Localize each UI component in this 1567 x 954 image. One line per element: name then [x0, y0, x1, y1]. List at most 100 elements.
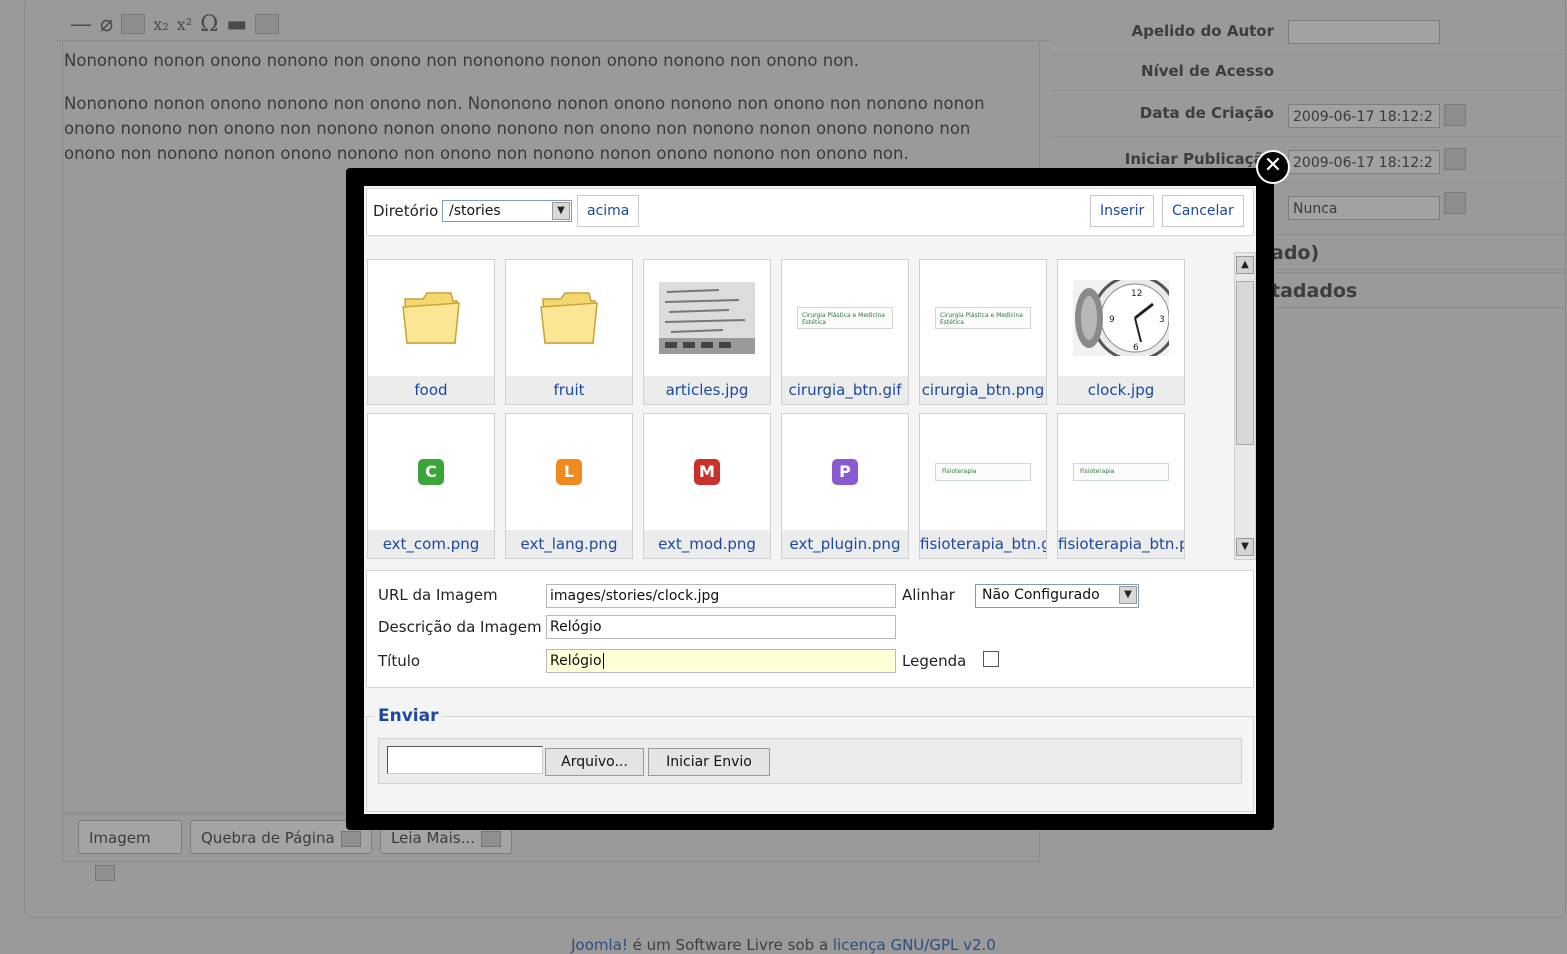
param-label: Apelido do Autor	[1131, 22, 1275, 40]
file-name: ext_mod.png	[644, 530, 770, 558]
param-row: Data de Criação 2009-06-17 18:12:2	[1050, 90, 1564, 137]
license-link[interactable]: licença GNU/GPL v2.0	[833, 936, 996, 954]
table-icon	[121, 14, 146, 34]
file-path-input[interactable]	[387, 746, 543, 774]
param-row: Nível de Acesso	[1050, 54, 1564, 91]
up-button[interactable]: acima	[577, 195, 640, 227]
file-tile-cirurgia-gif[interactable]: Cirurgia Plástica e Medicina Estética ci…	[781, 259, 909, 405]
calendar-icon[interactable]	[1444, 148, 1466, 170]
file-tile-ext-plugin[interactable]: P ext_plugin.png	[781, 413, 909, 559]
superscript-icon: x²	[176, 14, 193, 34]
align-label: Alinhar	[902, 586, 955, 604]
ext-mod-icon: M	[694, 459, 720, 485]
horizontal-rule-icon: —	[70, 11, 92, 37]
svg-text:9: 9	[1109, 315, 1115, 325]
footer-text: é um Software Livre sob a	[627, 936, 833, 954]
svg-text:3: 3	[1159, 315, 1165, 325]
banner-text: Cirurgia Plástica e Medicina Estética	[935, 307, 1031, 329]
file-tile-food[interactable]: food	[367, 259, 495, 405]
eraser-icon: ⌀	[100, 11, 114, 37]
joomla-link[interactable]: Joomla!	[571, 936, 628, 954]
file-tile-ext-com[interactable]: C ext_com.png	[367, 413, 495, 559]
author-alias-field[interactable]	[1288, 20, 1440, 44]
calendar-icon[interactable]	[1444, 192, 1466, 214]
file-name: ext_com.png	[368, 530, 494, 558]
param-row: Apelido do Autor	[1050, 8, 1564, 55]
file-tile-fruit[interactable]: fruit	[505, 259, 633, 405]
banner-thumbnail-icon: Cirurgia Plástica e Medicina Estética	[782, 260, 908, 376]
page-break-button[interactable]: Quebra de Página	[190, 820, 372, 854]
title-label: Título	[378, 652, 421, 670]
start-upload-button[interactable]: Iniciar Envio	[648, 748, 770, 776]
file-name: ext_plugin.png	[782, 530, 908, 558]
directory-select[interactable]: /stories ▼	[442, 200, 572, 222]
file-tile-ext-mod[interactable]: M ext_mod.png	[643, 413, 771, 559]
file-tile-ext-lang[interactable]: L ext_lang.png	[505, 413, 633, 559]
file-name: fruit	[506, 376, 632, 404]
scroll-up-icon[interactable]: ▲	[1236, 256, 1254, 274]
image-url-input[interactable]: images/stories/clock.jpg	[546, 584, 896, 608]
file-tile-fisioterapia-png[interactable]: Fisioterapia fisioterapia_btn.p	[1057, 413, 1185, 559]
edit-icon	[255, 14, 280, 34]
banner-thumbnail-icon: Fisioterapia	[1058, 414, 1184, 530]
image-title-value: Relógio	[550, 653, 602, 669]
file-tile-articles[interactable]: articles.jpg	[643, 259, 771, 405]
image-title-input[interactable]: Relógio	[546, 649, 896, 673]
file-grid-scrollbar[interactable]: ▲ ▼	[1234, 252, 1256, 560]
banner-text: Cirurgia Plástica e Medicina Estética	[797, 307, 893, 329]
file-grid: food fruit articles.jpg Cirurgia Plástic…	[366, 252, 1234, 562]
file-name: fisioterapia_btn.p	[1058, 530, 1184, 558]
image-icon	[95, 864, 115, 881]
directory-select-value: /stories	[449, 203, 501, 219]
svg-text:6: 6	[1133, 343, 1139, 353]
special-char-icon: Ω	[200, 11, 219, 37]
calendar-icon[interactable]	[1444, 104, 1466, 126]
param-label: Nível de Acesso	[1141, 62, 1274, 80]
file-name: fisioterapia_btn.g	[920, 530, 1046, 558]
align-select-value: Não Configurado	[982, 587, 1100, 603]
file-name: ext_lang.png	[506, 530, 632, 558]
folder-icon	[368, 260, 494, 376]
text-cursor	[602, 653, 604, 669]
file-name: food	[368, 376, 494, 404]
editor-paragraph: Nononono nonon onono nonono non onono no…	[64, 94, 985, 163]
file-tile-fisioterapia-gif[interactable]: Fisioterapia fisioterapia_btn.g	[919, 413, 1047, 559]
file-tile-cirurgia-png[interactable]: Cirurgia Plástica e Medicina Estética ci…	[919, 259, 1047, 405]
banner-thumbnail-icon: Fisioterapia	[920, 414, 1046, 530]
svg-text:12: 12	[1131, 289, 1142, 299]
scroll-down-icon[interactable]: ▼	[1236, 538, 1254, 556]
ext-com-icon-wrap: C	[368, 414, 494, 530]
caption-label: Legenda	[902, 652, 967, 670]
ext-plugin-icon-wrap: P	[782, 414, 908, 530]
page-break-icon	[340, 830, 361, 847]
insert-button[interactable]: Inserir	[1090, 195, 1155, 227]
read-more-icon	[480, 830, 501, 847]
browse-button[interactable]: Arquivo...	[545, 748, 644, 776]
created-date-field[interactable]: 2009-06-17 18:12:2	[1288, 104, 1440, 128]
ext-lang-icon: L	[556, 459, 582, 485]
close-icon[interactable]: ✕	[1256, 150, 1290, 184]
publish-start-field[interactable]: 2009-06-17 18:12:2	[1288, 150, 1440, 174]
image-description-input[interactable]: Relógio	[546, 615, 896, 639]
footer: Joomla! é um Software Livre sob a licenç…	[0, 936, 1567, 954]
ext-plugin-icon: P	[832, 459, 858, 485]
param-label: Data de Criação	[1139, 104, 1274, 122]
banner-thumbnail-icon: Cirurgia Plástica e Medicina Estética	[920, 260, 1046, 376]
banner-text: Fisioterapia	[1073, 463, 1169, 481]
image-button[interactable]: Imagem	[78, 820, 182, 881]
articles-thumbnail-icon	[644, 260, 770, 376]
media-icon: ▬	[226, 11, 248, 37]
banner-text: Fisioterapia	[935, 463, 1031, 481]
subscript-icon: x₂	[153, 14, 169, 34]
cancel-button[interactable]: Cancelar	[1162, 195, 1244, 227]
publish-end-field[interactable]: Nunca	[1288, 196, 1440, 220]
chevron-down-icon: ▼	[552, 202, 570, 220]
file-name: cirurgia_btn.png	[920, 376, 1046, 404]
ext-lang-icon-wrap: L	[506, 414, 632, 530]
align-select[interactable]: Não Configurado ▼	[975, 584, 1139, 608]
scrollbar-thumb[interactable]	[1236, 281, 1254, 445]
caption-checkbox[interactable]	[983, 651, 999, 667]
file-name: articles.jpg	[644, 376, 770, 404]
editor-content[interactable]: Nononono nonon onono nonono non onono no…	[64, 48, 1014, 184]
file-tile-clock[interactable]: 12 3 6 9 clock.jpg	[1057, 259, 1185, 405]
